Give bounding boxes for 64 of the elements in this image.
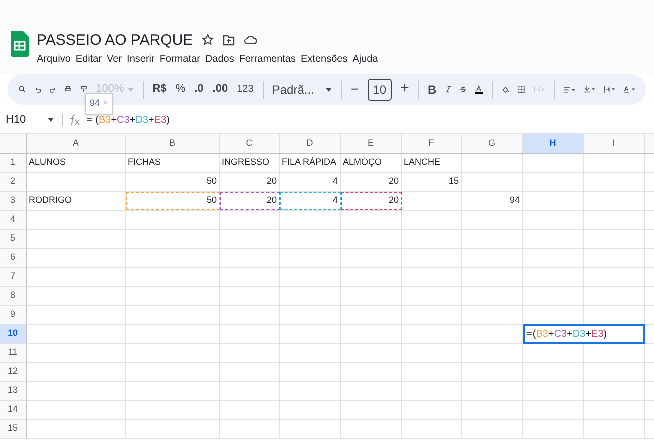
column-header[interactable]: I — [584, 134, 645, 153]
column-header[interactable]: D — [280, 134, 341, 153]
increase-decimals-button[interactable]: .00 — [212, 81, 228, 98]
table-cell: 20 — [341, 192, 402, 210]
row-header[interactable]: 13 — [0, 382, 27, 400]
row-header[interactable]: 4 — [0, 211, 27, 229]
table-cell: 20 — [220, 173, 280, 191]
menu-item[interactable]: Extensões — [301, 52, 348, 67]
currency-button[interactable]: R$ — [152, 81, 167, 98]
column-header[interactable]: F — [402, 134, 462, 153]
table-cell: ALUNOS — [27, 154, 126, 172]
table-cell: RODRIGO — [27, 192, 126, 210]
table-cell: 20 — [341, 173, 402, 191]
font-select[interactable]: Padrã... — [272, 80, 314, 98]
table-cell: 4 — [280, 192, 341, 210]
row-header[interactable]: 10 — [0, 325, 27, 343]
table-cell: 15 — [402, 173, 462, 191]
table-cell: 50 — [126, 173, 220, 191]
decrease-font-size-button[interactable]: − — [351, 79, 360, 100]
menu-item[interactable]: Dados — [205, 52, 234, 67]
tooltip-value: 94 — [90, 97, 100, 110]
table-cell: INGRESSO — [220, 154, 280, 172]
formula-field[interactable]: = (B3+C3+D3+E3) — [87, 112, 170, 128]
increase-font-size-button[interactable]: + — [400, 78, 410, 101]
row-header[interactable]: 12 — [0, 363, 27, 381]
row-header[interactable]: 5 — [0, 230, 27, 248]
column-header[interactable]: B — [126, 134, 220, 153]
row-header[interactable]: 9 — [0, 306, 27, 324]
decrease-decimals-button[interactable]: .0 — [194, 81, 204, 98]
table-cell: 4 — [280, 173, 341, 191]
row-header[interactable]: 15 — [0, 420, 27, 438]
table-cell: LANCHE — [402, 154, 462, 172]
row-header[interactable]: 3 — [0, 192, 27, 210]
name-box[interactable]: H10 — [0, 112, 48, 128]
menu-item[interactable]: Formatar — [160, 52, 200, 67]
table-cell: 20 — [220, 192, 280, 210]
menu-item[interactable]: Editar — [76, 52, 102, 67]
row-header[interactable]: 2 — [0, 173, 27, 191]
table-cell: FILA RÁPIDA — [280, 154, 341, 172]
column-header[interactable]: C — [220, 134, 280, 153]
column-header[interactable]: H — [523, 134, 584, 153]
menu-item[interactable]: Ferramentas — [239, 52, 296, 67]
table-cell: 50 — [126, 192, 220, 210]
percent-button[interactable]: % — [176, 81, 186, 98]
row-header[interactable]: 6 — [0, 249, 27, 267]
row-header[interactable]: 8 — [0, 287, 27, 305]
menu-item[interactable]: Ver — [107, 52, 122, 67]
table-cell: ALMOÇO — [341, 154, 402, 172]
font-size-field[interactable]: 10 — [368, 78, 392, 100]
menu-item[interactable]: Inserir — [127, 52, 155, 67]
document-title[interactable]: PASSEIO AO PARQUE — [37, 32, 194, 48]
row-header[interactable]: 11 — [0, 344, 27, 362]
row-header[interactable]: 14 — [0, 401, 27, 419]
menu-item[interactable]: Arquivo — [37, 52, 71, 67]
menu-item[interactable]: Ajuda — [352, 52, 378, 67]
row-header[interactable]: 1 — [0, 154, 27, 172]
number-format-button[interactable]: 123 — [237, 82, 254, 97]
bold-button[interactable]: B — [428, 80, 437, 98]
cell-editor[interactable]: =(B3+C3+D3+E3) — [523, 324, 645, 344]
table-cell: FICHAS — [126, 154, 220, 172]
row-header[interactable]: 7 — [0, 268, 27, 286]
table-cell: 94 — [462, 192, 523, 210]
column-header[interactable]: A — [27, 134, 126, 153]
column-header[interactable]: E — [341, 134, 402, 153]
